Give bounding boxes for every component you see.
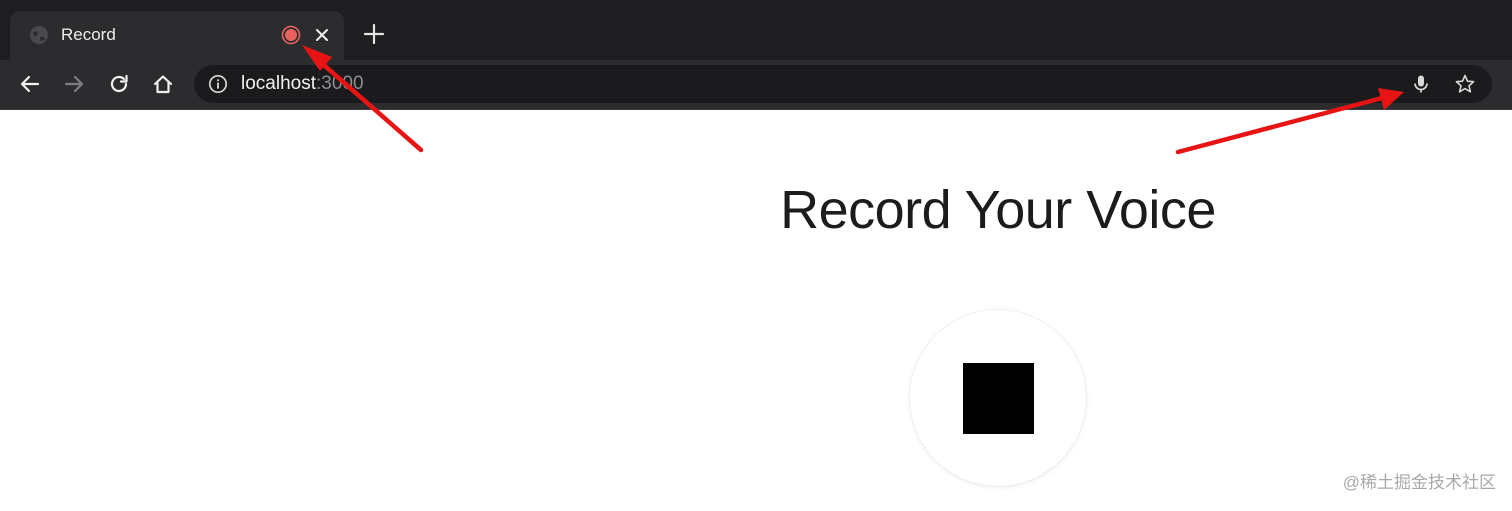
browser-toolbar: localhost:3000 bbox=[0, 60, 1512, 110]
forward-arrow-icon[interactable] bbox=[61, 71, 87, 97]
info-icon[interactable] bbox=[208, 74, 228, 94]
recording-indicator-icon bbox=[281, 25, 301, 45]
url-host: localhost bbox=[241, 73, 316, 94]
stop-square-icon bbox=[962, 362, 1034, 434]
tab-title: Record bbox=[61, 25, 116, 44]
microphone-icon[interactable] bbox=[1410, 73, 1432, 95]
reload-icon[interactable] bbox=[106, 71, 132, 97]
close-icon[interactable] bbox=[312, 25, 332, 45]
url-text: localhost:3000 bbox=[241, 73, 364, 95]
star-icon[interactable] bbox=[1454, 73, 1476, 95]
tab-strip: Record bbox=[0, 0, 1512, 60]
plus-icon[interactable] bbox=[362, 22, 386, 46]
stop-recording-button[interactable] bbox=[910, 310, 1086, 486]
address-bar[interactable]: localhost:3000 bbox=[194, 65, 1492, 103]
home-icon[interactable] bbox=[150, 71, 176, 97]
page-title: Record Your Voice bbox=[780, 180, 1216, 240]
globe-icon bbox=[29, 25, 49, 45]
back-arrow-icon[interactable] bbox=[17, 71, 43, 97]
browser-tab-record[interactable]: Record bbox=[10, 11, 344, 60]
url-port: :3000 bbox=[316, 73, 364, 94]
watermark: @稀土掘金技术社区 bbox=[1342, 473, 1496, 492]
